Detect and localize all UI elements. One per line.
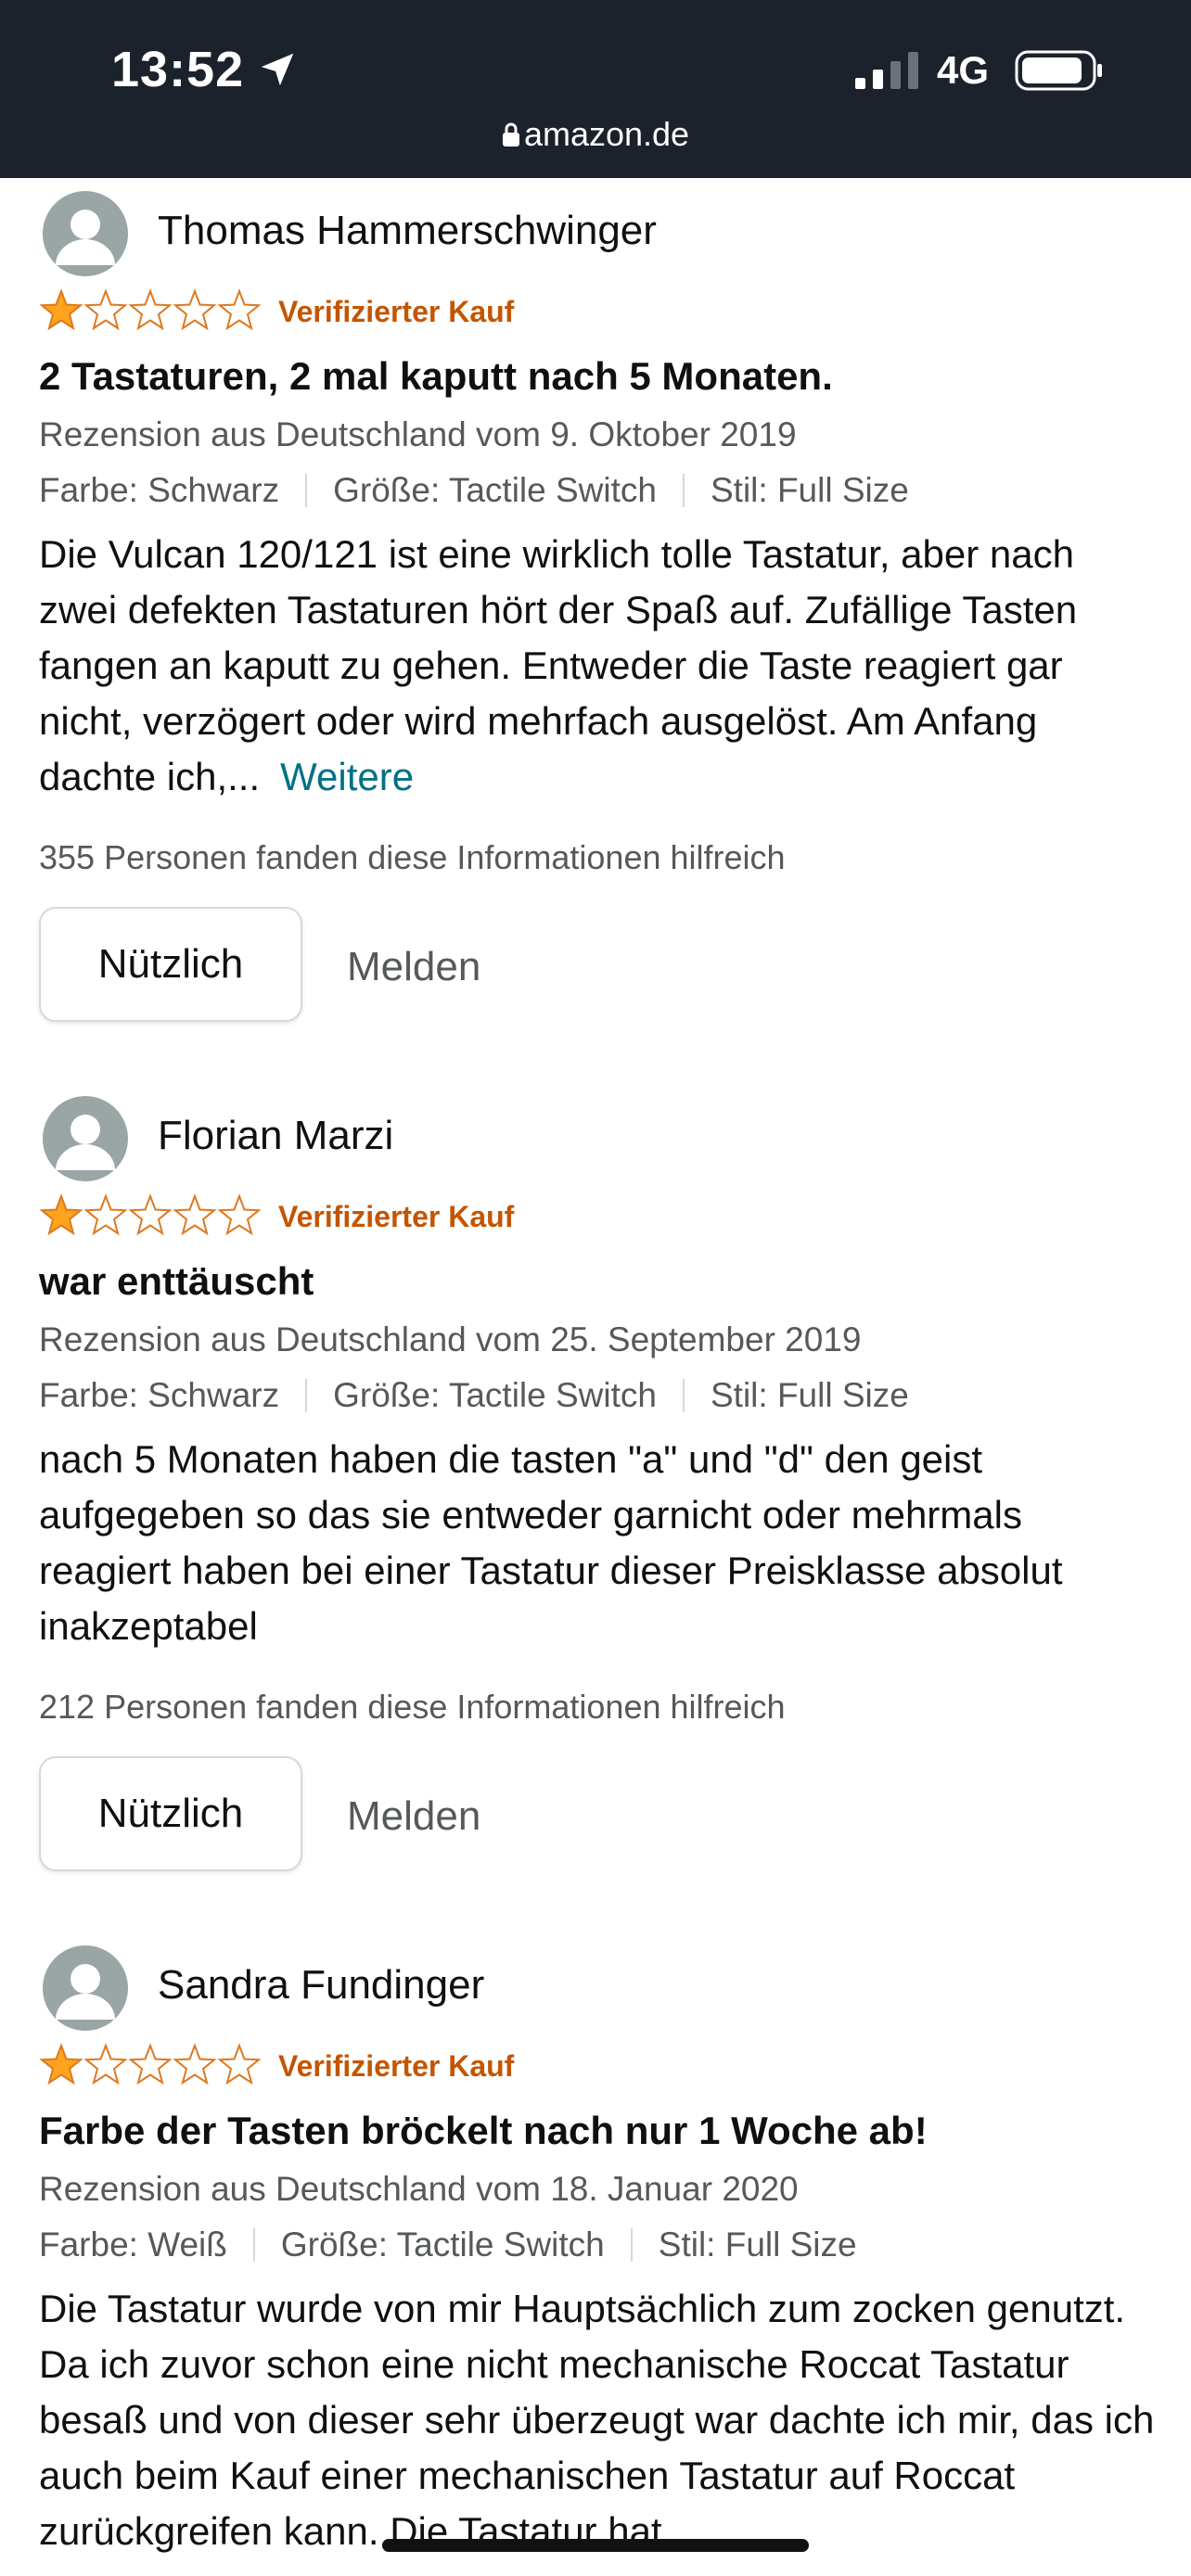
- review-body: Die Vulcan 120/121 ist eine wirklich tol…: [39, 527, 1161, 805]
- read-more-link[interactable]: Weitere: [280, 755, 414, 798]
- reviewer-name[interactable]: Sandra Fundinger: [158, 1962, 484, 2009]
- variant-color: Farbe: Schwarz: [39, 471, 280, 509]
- helpful-count: 212 Personen fanden diese Informationen …: [39, 1688, 786, 1726]
- variant-size: Größe: Tactile Switch: [333, 471, 657, 509]
- reviewer-name[interactable]: Florian Marzi: [158, 1113, 393, 1159]
- person-icon: [56, 1964, 115, 2020]
- review-date: Rezension aus Deutschland vom 18. Januar…: [39, 2170, 799, 2208]
- verified-purchase-badge: Verifizierter Kauf: [278, 2049, 515, 2083]
- variant-color: Farbe: Weiß: [39, 2225, 227, 2264]
- person-icon: [56, 1115, 115, 1170]
- review-text: nach 5 Monaten haben die tasten "a" und …: [39, 1437, 1063, 1648]
- variant-style: Stil: Full Size: [658, 2225, 857, 2264]
- variant-style: Stil: Full Size: [710, 471, 909, 509]
- review-title[interactable]: war enttäuscht: [39, 1259, 314, 1304]
- divider: [305, 474, 308, 507]
- helpful-button[interactable]: Nützlich: [39, 1756, 302, 1871]
- variant-size: Größe: Tactile Switch: [280, 2225, 605, 2264]
- status-bar: 13:52 4G amazon.de: [0, 0, 1191, 178]
- review-body: nach 5 Monaten haben die tasten "a" und …: [39, 1432, 1161, 1654]
- star-rating-icon: [41, 290, 260, 329]
- status-time: 13:52: [111, 42, 245, 97]
- lock-icon: [502, 122, 519, 147]
- review-text: Die Tastatur wurde von mir Hauptsächlich…: [39, 2287, 1155, 2553]
- divider: [252, 2228, 255, 2262]
- star-rating-icon: [41, 1195, 260, 1234]
- url-text: amazon.de: [523, 115, 690, 153]
- review-date: Rezension aus Deutschland vom 9. Oktober…: [39, 415, 797, 453]
- avatar: [43, 191, 128, 276]
- divider: [305, 1379, 308, 1412]
- network-type: 4G: [937, 48, 990, 92]
- location-arrow-icon: [261, 53, 294, 86]
- verified-purchase-badge: Verifizierter Kauf: [278, 1200, 515, 1233]
- review-date: Rezension aus Deutschland vom 25. Septem…: [39, 1320, 862, 1358]
- divider: [630, 2228, 633, 2262]
- product-variants: Farbe: Schwarz Größe: Tactile Switch Stil:…: [39, 1376, 909, 1415]
- divider: [682, 1379, 685, 1412]
- battery-icon: [1015, 50, 1102, 91]
- home-indicator[interactable]: [382, 2539, 809, 2552]
- review-text: Die Vulcan 120/121 ist eine wirklich tol…: [39, 532, 1078, 798]
- avatar: [43, 1096, 128, 1181]
- product-variants: Farbe: Schwarz Größe: Tactile Switch Stil:…: [39, 471, 909, 510]
- variant-style: Stil: Full Size: [710, 1376, 909, 1414]
- variant-size: Größe: Tactile Switch: [333, 1376, 657, 1414]
- cellular-signal-icon: [855, 52, 918, 89]
- report-link[interactable]: Melden: [347, 1793, 480, 1840]
- person-icon: [56, 210, 115, 265]
- address-bar[interactable]: amazon.de: [0, 115, 1191, 154]
- review-title[interactable]: 2 Tastaturen, 2 mal kaputt nach 5 Monate…: [39, 354, 833, 399]
- report-link[interactable]: Melden: [347, 944, 480, 990]
- variant-color: Farbe: Schwarz: [39, 1376, 280, 1414]
- review-title[interactable]: Farbe der Tasten bröckelt nach nur 1 Woc…: [39, 2109, 928, 2153]
- verified-purchase-badge: Verifizierter Kauf: [278, 295, 515, 328]
- product-variants: Farbe: Weiß Größe: Tactile Switch Stil: Fu…: [39, 2225, 857, 2264]
- helpful-count: 355 Personen fanden diese Informationen …: [39, 838, 786, 876]
- divider: [682, 474, 685, 507]
- helpful-button[interactable]: Nützlich: [39, 907, 302, 1022]
- avatar: [43, 1945, 128, 2031]
- reviewer-name[interactable]: Thomas Hammerschwinger: [158, 208, 657, 254]
- review-body: Die Tastatur wurde von mir Hauptsächlich…: [39, 2281, 1161, 2559]
- star-rating-icon: [41, 2045, 260, 2084]
